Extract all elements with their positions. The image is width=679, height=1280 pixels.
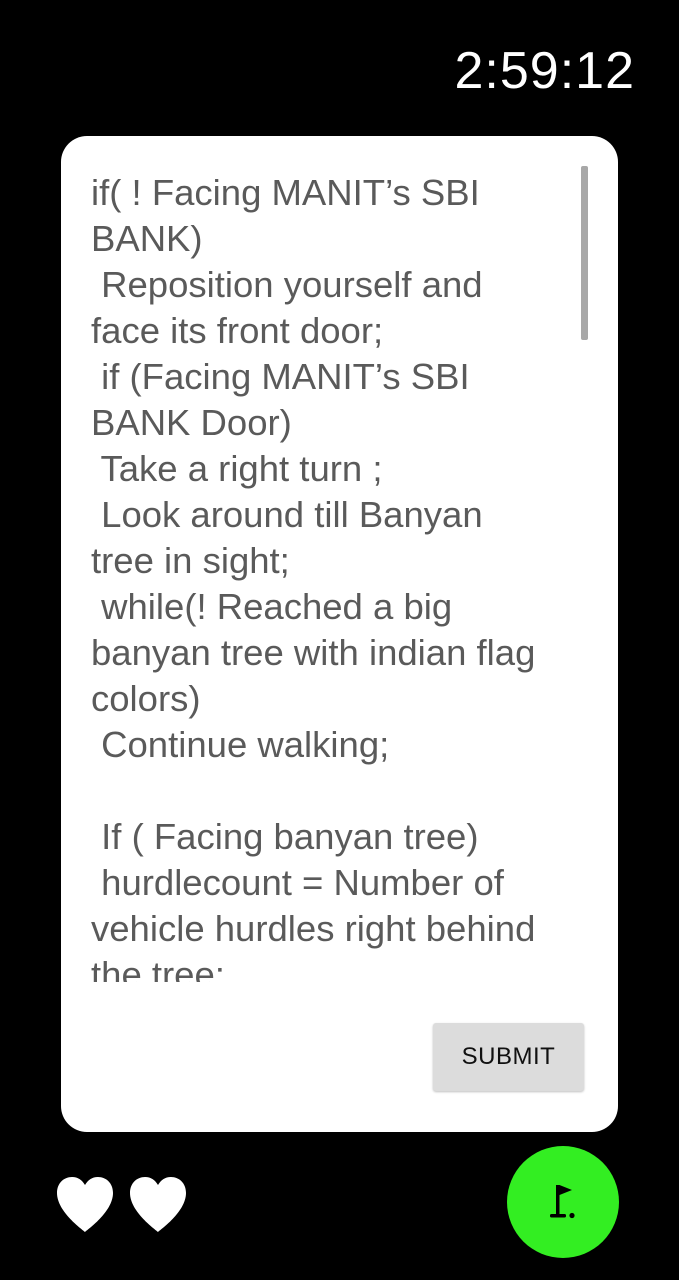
golf-flag-icon <box>550 1185 575 1219</box>
game-screen: 2:59:12 if( ! Facing MANIT’s SBI BANK) R… <box>0 0 679 1280</box>
clue-line: Reposition yourself and <box>91 264 483 305</box>
countdown-timer: 2:59:12 <box>454 42 635 100</box>
clue-line: Continue walking; <box>91 724 390 765</box>
clue-line: If ( Facing banyan tree) <box>91 816 479 857</box>
clue-line: vehicle hurdles right behind <box>91 908 536 949</box>
scrollbar-thumb[interactable] <box>581 166 588 340</box>
clue-line: BANK Door) <box>91 402 292 443</box>
lives-indicator <box>53 1174 190 1234</box>
clue-line: if( ! Facing MANIT’s SBI <box>91 172 480 213</box>
clue-line: tree in sight; <box>91 540 290 581</box>
clue-line: colors) <box>91 678 201 719</box>
clue-line: Look around till Banyan <box>91 494 483 535</box>
heart-icon <box>130 1177 186 1232</box>
clue-line: hurdlecount = Number of <box>91 862 504 903</box>
clue-line: Take a right turn ; <box>91 448 383 489</box>
clue-text-area[interactable]: if( ! Facing MANIT’s SBI BANK) Repositio… <box>91 170 591 982</box>
clue-line: while(! Reached a big <box>91 586 453 627</box>
clue-line: banyan tree with indian flag <box>91 632 536 673</box>
clue-line: the tree; <box>91 954 225 982</box>
golf-flag-button[interactable] <box>507 1146 619 1258</box>
clue-line: face its front door; <box>91 310 384 351</box>
clue-line: BANK) <box>91 218 203 259</box>
heart-icon <box>57 1177 113 1232</box>
submit-button[interactable]: SUBMIT <box>433 1023 584 1091</box>
clue-line-blank <box>91 768 591 814</box>
clue-line: if (Facing MANIT’s SBI <box>91 356 470 397</box>
clue-card: if( ! Facing MANIT’s SBI BANK) Repositio… <box>61 136 618 1132</box>
